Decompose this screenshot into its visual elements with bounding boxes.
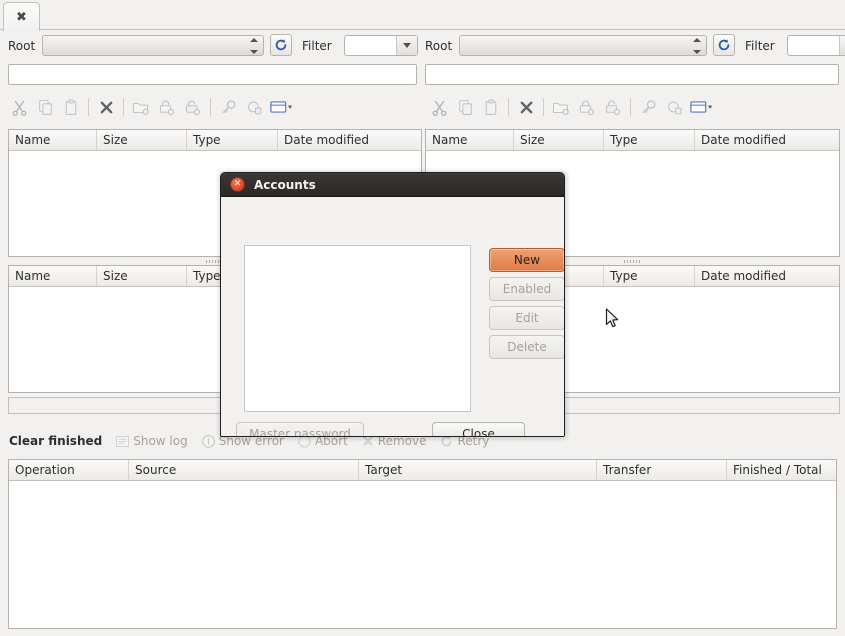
close-icon[interactable]: ✖: [16, 11, 27, 24]
copy-icon[interactable]: [452, 95, 478, 119]
root-select-right[interactable]: [459, 35, 707, 56]
key-icon[interactable]: [215, 95, 241, 119]
master-password-button[interactable]: Master password: [236, 422, 364, 437]
nav-row-right: Root Filter: [423, 35, 845, 59]
nav-row-left: Root Filter: [0, 35, 422, 59]
column-header-type[interactable]: Type: [604, 266, 695, 286]
toolbar-separator: [543, 98, 544, 116]
column-header-source[interactable]: Source: [129, 460, 359, 480]
column-header-size[interactable]: Size: [514, 130, 604, 150]
new-folder-icon[interactable]: [128, 95, 154, 119]
delete-button-label: Delete: [507, 340, 546, 354]
filter-combo-right[interactable]: [787, 35, 845, 56]
log-icon: [116, 436, 129, 447]
toolbar-separator: [508, 98, 509, 116]
edit-button[interactable]: Edit: [489, 306, 565, 330]
path-input-left[interactable]: [8, 64, 417, 85]
enabled-button-label: Enabled: [503, 282, 552, 296]
column-header-type[interactable]: Type: [604, 130, 695, 150]
column-header-date-modified[interactable]: Date modified: [695, 266, 839, 286]
filter-label-left: Filter: [302, 36, 332, 56]
filter-label-right: Filter: [745, 36, 775, 56]
file-list-header: Name Size Type Date modified: [426, 130, 839, 151]
close-icon[interactable]: ✕: [230, 177, 245, 192]
new-button-label: New: [514, 253, 540, 267]
decrypt-folder-icon[interactable]: [180, 95, 206, 119]
view-layout-icon[interactable]: [687, 95, 717, 119]
paste-icon[interactable]: [58, 95, 84, 119]
refresh-button-right[interactable]: [713, 34, 735, 56]
edit-button-label: Edit: [515, 311, 538, 325]
queue-list-body[interactable]: [9, 481, 836, 629]
column-header-operation[interactable]: Operation: [9, 460, 129, 480]
shred-icon[interactable]: [241, 95, 267, 119]
column-header-date-modified[interactable]: Date modified: [695, 130, 839, 150]
column-header-transfer[interactable]: Transfer: [597, 460, 727, 480]
path-input-right[interactable]: [425, 64, 839, 85]
tab-bar: ✖: [0, 0, 845, 30]
shred-icon[interactable]: [661, 95, 687, 119]
column-header-type[interactable]: Type: [187, 130, 278, 150]
splitter-grip-icon: [624, 260, 642, 263]
column-header-size[interactable]: Size: [97, 130, 187, 150]
dialog-body: New Enabled Edit Delete Master password …: [221, 197, 564, 437]
root-label-left: Root: [8, 36, 35, 56]
toolbar-separator: [630, 98, 631, 116]
cut-icon[interactable]: [6, 95, 32, 119]
refresh-button-left[interactable]: [270, 34, 292, 56]
toolbar-separator: [123, 98, 124, 116]
encrypt-folder-icon[interactable]: [574, 95, 600, 119]
show-log-button[interactable]: Show log: [116, 434, 188, 448]
refresh-icon: [274, 38, 288, 52]
master-password-label: Master password: [249, 427, 351, 437]
show-log-label: Show log: [133, 434, 188, 448]
column-header-finished-total[interactable]: Finished / Total: [727, 460, 836, 480]
file-list-header: Name Size Type Date modified: [9, 130, 421, 151]
error-icon: [202, 435, 215, 448]
paste-icon[interactable]: [478, 95, 504, 119]
tab-item-1[interactable]: ✖: [3, 2, 40, 31]
dialog-title-bar[interactable]: ✕ Accounts: [221, 173, 564, 197]
transfer-queue-list[interactable]: Operation Source Target Transfer Finishe…: [8, 459, 837, 629]
toolbar-right: [426, 93, 840, 121]
close-button[interactable]: Close: [432, 422, 525, 437]
refresh-icon: [717, 38, 731, 52]
cut-icon[interactable]: [426, 95, 452, 119]
accounts-list[interactable]: [244, 245, 471, 412]
accounts-dialog: ✕ Accounts New Enabled Edit Delete Maste…: [220, 172, 565, 437]
delete-icon[interactable]: [93, 95, 119, 119]
column-header-name[interactable]: Name: [9, 266, 97, 286]
clear-finished-button[interactable]: Clear finished: [9, 434, 102, 448]
new-folder-icon[interactable]: [548, 95, 574, 119]
enabled-button[interactable]: Enabled: [489, 277, 565, 301]
column-header-target[interactable]: Target: [359, 460, 597, 480]
column-header-date-modified[interactable]: Date modified: [278, 130, 421, 150]
chevron-down-icon[interactable]: [396, 36, 417, 55]
spinner-arrows-icon[interactable]: [249, 38, 258, 54]
new-button[interactable]: New: [489, 248, 565, 272]
delete-button[interactable]: Delete: [489, 335, 565, 359]
close-button-label: Close: [462, 427, 495, 437]
view-layout-icon[interactable]: [267, 95, 297, 119]
chevron-down-icon[interactable]: [839, 36, 845, 55]
copy-icon[interactable]: [32, 95, 58, 119]
key-icon[interactable]: [635, 95, 661, 119]
queue-list-header: Operation Source Target Transfer Finishe…: [9, 460, 836, 481]
application-window: ✖ Root Filter: [0, 0, 845, 636]
encrypt-folder-icon[interactable]: [154, 95, 180, 119]
root-label-right: Root: [425, 36, 452, 56]
toolbar-separator: [88, 98, 89, 116]
delete-icon[interactable]: [513, 95, 539, 119]
filter-combo-left[interactable]: [344, 35, 418, 56]
toolbar-separator: [210, 98, 211, 116]
toolbar-left: [6, 93, 418, 121]
clear-finished-label: Clear finished: [9, 434, 102, 448]
spinner-arrows-icon[interactable]: [692, 38, 701, 54]
column-header-name[interactable]: Name: [9, 130, 97, 150]
root-select-left[interactable]: [42, 35, 264, 56]
dialog-title: Accounts: [254, 178, 316, 192]
decrypt-folder-icon[interactable]: [600, 95, 626, 119]
column-header-name[interactable]: Name: [426, 130, 514, 150]
column-header-size[interactable]: Size: [97, 266, 187, 286]
